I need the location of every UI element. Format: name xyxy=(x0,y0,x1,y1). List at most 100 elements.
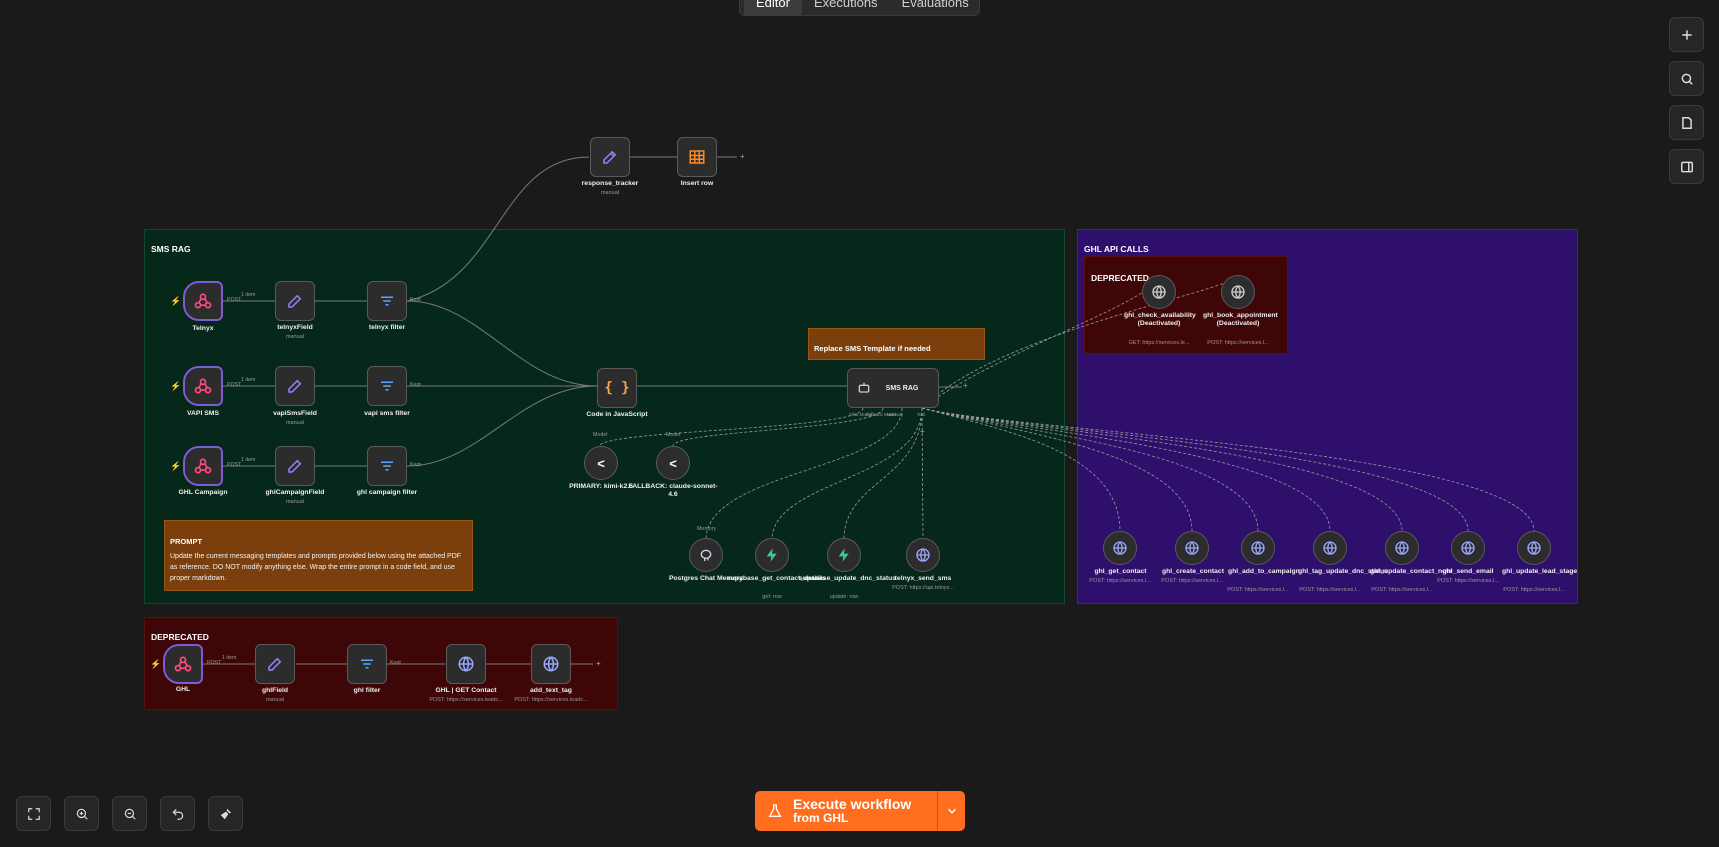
undo-button[interactable] xyxy=(160,796,195,831)
undo-icon xyxy=(172,808,183,820)
flask-icon xyxy=(768,804,782,817)
vapi-sms-label: VAPI SMS xyxy=(187,410,219,417)
code-label: Code in JavaScript xyxy=(586,411,648,418)
ghl-campaign-label: GHL Campaign xyxy=(178,489,228,496)
globe-icon xyxy=(1185,541,1199,555)
tab-executions[interactable]: Executions xyxy=(802,0,890,16)
code-node[interactable]: { } xyxy=(597,368,637,408)
ghl-trigger-node[interactable] xyxy=(163,644,203,684)
pencil-icon xyxy=(288,294,302,308)
ghl-get-contact-node[interactable] xyxy=(1103,531,1137,565)
ghl-send-email-node[interactable] xyxy=(1451,531,1485,565)
postgres-memory-node[interactable] xyxy=(689,538,723,572)
ghl-field-node[interactable] xyxy=(255,644,295,684)
template-note-text: Replace SMS Template if needed xyxy=(814,344,931,353)
search-button[interactable] xyxy=(1669,61,1704,96)
ghl-filter-node[interactable] xyxy=(347,644,387,684)
tab-editor[interactable]: Editor xyxy=(744,0,802,16)
elephant-icon xyxy=(700,549,712,561)
ghl-tag-update-dnc-node[interactable] xyxy=(1313,531,1347,565)
primary-model-node[interactable]: < xyxy=(584,446,618,480)
bottom-deprecated-title: DEPRECATED xyxy=(151,632,209,642)
fallback-model-label: FALLBACK: claude-sonnet-4.6 xyxy=(628,483,718,499)
execute-dropdown[interactable] xyxy=(938,791,965,831)
add-text-tag-add-icon[interactable]: + xyxy=(596,659,601,668)
ghl-trigger-port: POST xyxy=(207,660,222,666)
ghl-campaign-field-node[interactable] xyxy=(275,446,315,486)
trigger-bolt-icon: ⚡ xyxy=(150,659,162,669)
prompt-note-body: Update the current messaging templates a… xyxy=(170,553,462,582)
ghl-api-title: GHL API CALLS xyxy=(1084,244,1149,254)
telnyx-trigger-node[interactable] xyxy=(183,281,223,321)
fallback-model-node[interactable]: < xyxy=(656,446,690,480)
vapi-sms-field-label: vapiSmsField xyxy=(273,410,317,417)
zoom-in-button[interactable] xyxy=(64,796,99,831)
webhook-icon xyxy=(194,458,212,474)
supabase-update-dnc-node[interactable] xyxy=(827,538,861,572)
vapi-sms-filter-label: vapi sms filter xyxy=(364,410,410,417)
ghl-campaign-trigger-node[interactable] xyxy=(183,446,223,486)
agent-add-icon[interactable]: + xyxy=(963,381,968,390)
ghl-campaign-filter-label: ghl campaign filter xyxy=(356,489,418,496)
lightning-icon xyxy=(838,548,849,562)
telnyx-field-node[interactable] xyxy=(275,281,315,321)
filter-icon xyxy=(361,659,373,669)
ghl-update-contact-note-label: ghl_update_contact_note xyxy=(1370,568,1453,575)
fit-view-button[interactable] xyxy=(16,796,51,831)
memory-port: Memory xyxy=(697,526,717,532)
ghl-get-contact-http-node[interactable] xyxy=(446,644,486,684)
panel-toggle-button[interactable] xyxy=(1669,149,1704,184)
zoom-out-button[interactable] xyxy=(112,796,147,831)
ghl-update-contact-note-node[interactable] xyxy=(1385,531,1419,565)
execute-main[interactable]: Execute workflow from GHL xyxy=(755,791,938,831)
trigger-bolt-icon: ⚡ xyxy=(170,461,182,471)
filter-icon xyxy=(381,296,393,306)
ghl-deprecated-title: DEPRECATED xyxy=(1091,273,1149,283)
ghl-campaign-filter-node[interactable] xyxy=(367,446,407,486)
tidy-up-button[interactable] xyxy=(208,796,243,831)
ghl-create-contact-label: ghl_create_contact xyxy=(1162,568,1224,575)
view-tabs: Editor Executions Evaluations xyxy=(739,0,980,16)
webhook-icon xyxy=(194,293,212,309)
telnyx-send-sms-node[interactable] xyxy=(906,538,940,572)
search-icon xyxy=(1681,73,1693,85)
insert-row-add-icon[interactable]: + xyxy=(740,152,745,161)
vapi-sms-filter-node[interactable] xyxy=(367,366,407,406)
ghl-field-label: ghlField xyxy=(261,687,289,694)
globe-icon xyxy=(458,656,474,672)
supabase-update-dnc-label: supabase_update_dnc_status xyxy=(799,575,897,582)
lightning-icon xyxy=(766,548,777,562)
trigger-bolt-icon: ⚡ xyxy=(170,296,182,306)
ghl-get-contact-label: ghl_get_contact xyxy=(1094,568,1147,575)
ghl-check-availability-node[interactable] xyxy=(1142,275,1176,309)
sms-rag-agent-node[interactable]: SMS RAG xyxy=(847,368,939,408)
tool-add-icon[interactable]: + xyxy=(920,427,925,436)
response-tracker-node[interactable] xyxy=(590,137,630,177)
ghl-update-lead-stage-node[interactable] xyxy=(1517,531,1551,565)
sticky-note-button[interactable] xyxy=(1669,105,1704,140)
telnyx-port: POST xyxy=(227,297,242,303)
prompt-note[interactable]: PROMPT Update the current messaging temp… xyxy=(164,520,473,591)
sms-rag-title: SMS RAG xyxy=(151,244,191,254)
execute-workflow-button[interactable]: Execute workflow from GHL xyxy=(755,791,965,831)
ghl-trigger-count: 1 item xyxy=(222,655,237,661)
vapi-sms-field-node[interactable] xyxy=(275,366,315,406)
telnyx-filter-node[interactable] xyxy=(367,281,407,321)
supabase-get-contact-node[interactable] xyxy=(755,538,789,572)
prompt-note-title: PROMPT xyxy=(170,537,203,546)
ghl-create-contact-node[interactable] xyxy=(1175,531,1209,565)
zoom-out-icon xyxy=(124,808,136,820)
template-note[interactable]: Replace SMS Template if needed xyxy=(808,328,985,360)
ghl-add-to-campaign-node[interactable] xyxy=(1241,531,1275,565)
filter-icon xyxy=(381,381,393,391)
telnyx-filter-label: telnyx filter xyxy=(368,324,406,331)
vapi-sms-count: 1 item xyxy=(241,377,256,383)
add-node-button[interactable] xyxy=(1669,17,1704,52)
ghl-book-appointment-node[interactable] xyxy=(1221,275,1255,309)
tab-evaluations[interactable]: Evaluations xyxy=(890,0,981,16)
globe-icon xyxy=(1461,541,1475,555)
add-text-tag-node[interactable] xyxy=(531,644,571,684)
insert-row-node[interactable] xyxy=(677,137,717,177)
add-text-tag-label: add_text_tag xyxy=(530,687,572,694)
vapi-sms-trigger-node[interactable] xyxy=(183,366,223,406)
